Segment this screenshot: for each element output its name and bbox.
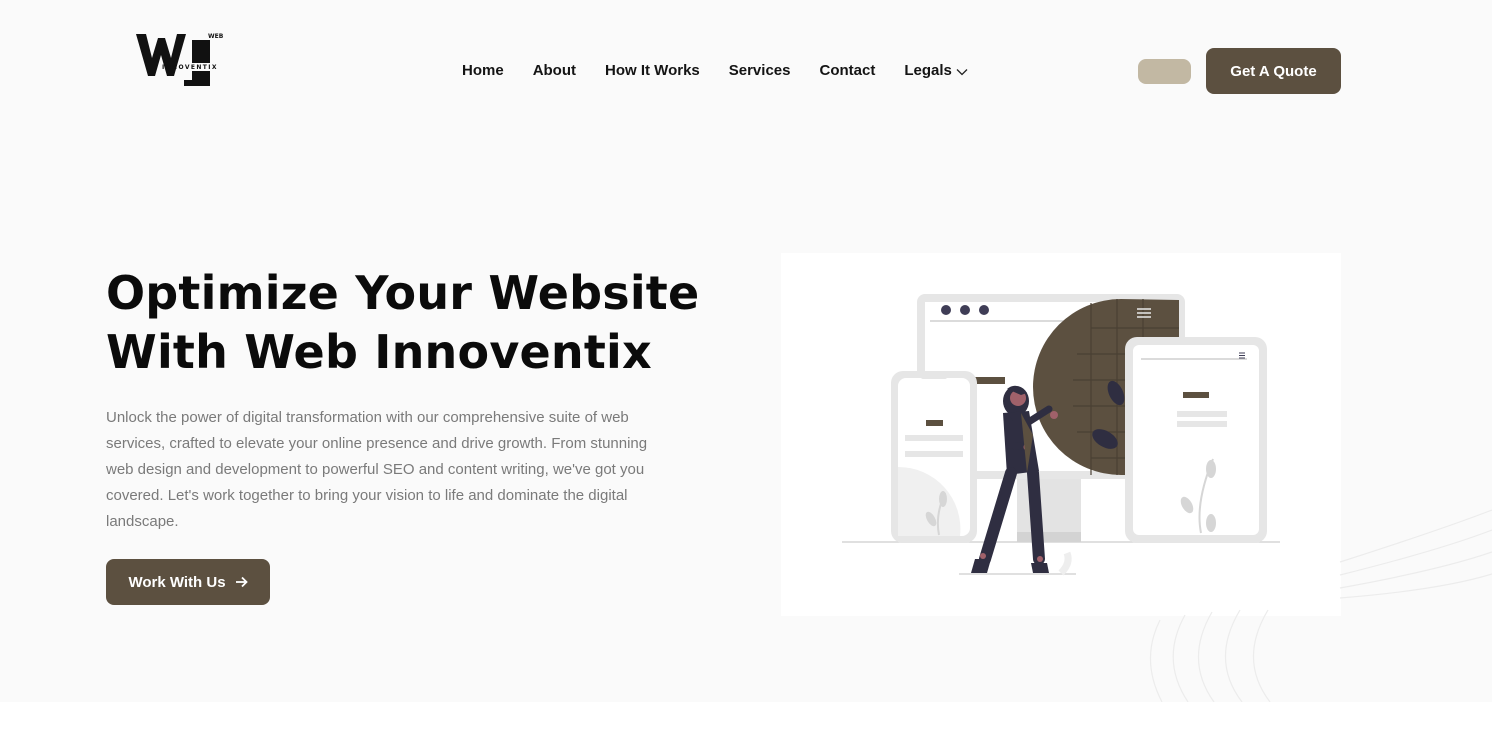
nav-item-label: Services bbox=[728, 61, 791, 79]
work-with-us-label: Work With Us bbox=[128, 573, 226, 591]
nav-item-about[interactable]: About bbox=[533, 62, 576, 79]
hero-headline-line-2: With Web Innoventix bbox=[106, 325, 652, 379]
logo-text-top: WEB bbox=[208, 33, 224, 40]
nav-item-legals[interactable]: Legals bbox=[904, 62, 968, 79]
get-a-quote-button[interactable]: Get A Quote bbox=[1206, 48, 1341, 94]
hero-headline-line-1: Optimize Your Website bbox=[106, 266, 700, 320]
chevron-down-icon bbox=[956, 68, 968, 75]
arrow-right-icon bbox=[235, 576, 248, 588]
hero-section: WEB INNOVENTIX Home About How It Works S… bbox=[0, 0, 1492, 702]
toggle-pill[interactable] bbox=[1138, 59, 1191, 84]
nav-item-label: About bbox=[532, 61, 577, 79]
nav-item-home[interactable]: Home bbox=[462, 62, 504, 79]
nav-item-label: How It Works bbox=[605, 61, 700, 79]
nav-item-how-it-works[interactable]: How It Works bbox=[605, 62, 700, 79]
hero-headline: Optimize Your Website With Web Innoventi… bbox=[106, 264, 706, 382]
work-with-us-button[interactable]: Work With Us bbox=[106, 559, 270, 605]
nav-item-label: Contact bbox=[819, 61, 876, 79]
logo[interactable]: WEB INNOVENTIX bbox=[134, 28, 234, 88]
nav-item-contact[interactable]: Contact bbox=[819, 62, 875, 79]
main-nav: Home About How It Works Services Contact… bbox=[462, 58, 968, 82]
nav-item-services[interactable]: Services bbox=[729, 62, 791, 79]
nav-item-label: Home bbox=[462, 61, 504, 79]
hero-description: Unlock the power of digital transformati… bbox=[106, 409, 648, 530]
logo-text-bottom: INNOVENTIX bbox=[162, 64, 218, 71]
nav-item-label: Legals bbox=[904, 61, 952, 79]
decorative-lines bbox=[1149, 509, 1492, 702]
